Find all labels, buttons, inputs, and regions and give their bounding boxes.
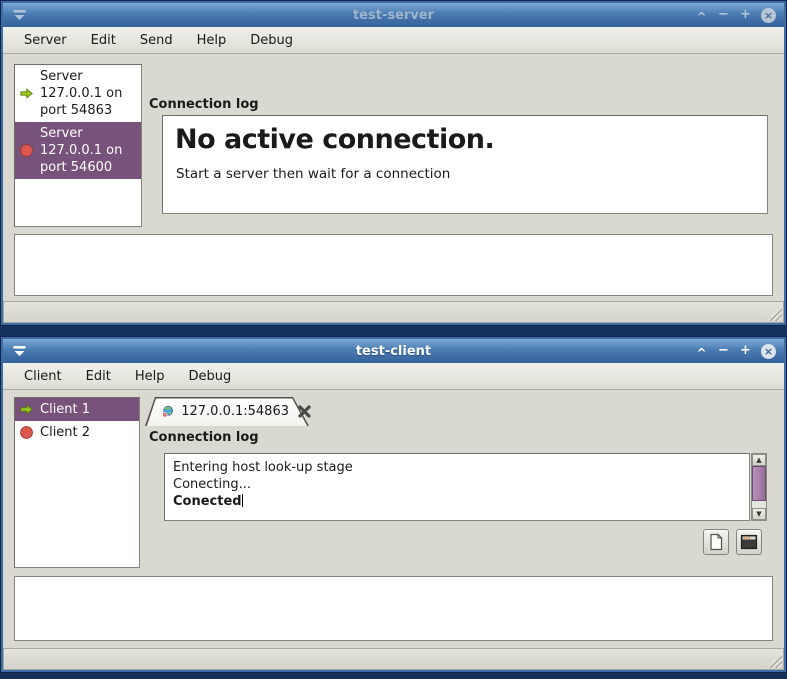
- tab-label: 127.0.0.1:54863: [181, 404, 289, 419]
- server-item-label: Server 127.0.0.1 on port 54600: [40, 126, 123, 175]
- stopped-circle-icon: [20, 144, 33, 157]
- menu-help[interactable]: Help: [124, 365, 176, 388]
- server-list: Server 127.0.0.1 on port 54863 Server 12…: [14, 64, 142, 227]
- server-window: test-server ^ − + × Server Edit Send Hel…: [1, 1, 786, 325]
- menu-debug[interactable]: Debug: [177, 365, 242, 388]
- scroll-up-icon[interactable]: ▲: [752, 454, 766, 466]
- running-arrow-icon: [20, 404, 33, 415]
- client-titlebar[interactable]: test-client ^ − + ×: [3, 339, 784, 363]
- text-cursor: [241, 494, 243, 507]
- document-icon: [710, 533, 723, 551]
- tab-close-icon[interactable]: [298, 405, 311, 418]
- menu-debug[interactable]: Debug: [239, 29, 304, 52]
- log-line: Conecting...: [173, 477, 252, 492]
- server-menubar: Server Edit Send Help Debug: [3, 27, 784, 54]
- close-button[interactable]: ×: [761, 343, 776, 359]
- connection-log-view[interactable]: Entering host look-up stage Conecting...…: [164, 453, 750, 521]
- client-item-label: Client 1: [40, 402, 91, 417]
- server-item-label: Server 127.0.0.1 on port 54863: [40, 69, 123, 118]
- menu-server[interactable]: Server: [13, 29, 78, 52]
- scroll-down-icon[interactable]: ▼: [752, 508, 766, 520]
- log-scrollbar[interactable]: ▲ ▼: [751, 453, 767, 521]
- menu-send[interactable]: Send: [129, 29, 184, 52]
- client-statusbar: [3, 648, 784, 670]
- client-list-item-1[interactable]: Client 1: [15, 398, 139, 421]
- resize-grip[interactable]: [765, 306, 782, 321]
- client-list: Client 1 Client 2: [14, 397, 140, 568]
- no-connection-message: Start a server then wait for a connectio…: [176, 166, 451, 182]
- server-list-item-2[interactable]: Server 127.0.0.1 on port 54600: [15, 122, 141, 179]
- menu-help[interactable]: Help: [186, 29, 238, 52]
- minimize-button[interactable]: −: [717, 344, 730, 358]
- window-title: test-client: [355, 343, 432, 359]
- save-log-button[interactable]: [703, 529, 729, 555]
- maximize-button[interactable]: +: [739, 344, 752, 358]
- resize-grip[interactable]: [765, 653, 782, 668]
- client-menubar: Client Edit Help Debug: [3, 363, 784, 390]
- scrollbar-track[interactable]: [752, 501, 766, 508]
- server-content: Server 127.0.0.1 on port 54863 Server 12…: [3, 54, 784, 323]
- network-globe-icon: [162, 405, 174, 418]
- message-input[interactable]: [14, 576, 773, 641]
- maximize-button[interactable]: +: [739, 8, 752, 22]
- connection-log-view: No active connection. Start a server the…: [162, 115, 768, 214]
- log-line: Conected: [173, 494, 242, 509]
- connection-tab[interactable]: 127.0.0.1:54863: [145, 397, 311, 426]
- window-menu-icon[interactable]: [11, 7, 27, 23]
- message-input[interactable]: [14, 234, 773, 296]
- running-arrow-icon: [20, 88, 33, 99]
- stopped-circle-icon: [20, 426, 33, 439]
- menu-edit[interactable]: Edit: [75, 365, 122, 388]
- client-content: Client 1 Client 2 127.0.0.1:54863 Connec…: [3, 390, 784, 670]
- menu-client[interactable]: Client: [13, 365, 73, 388]
- menu-edit[interactable]: Edit: [80, 29, 127, 52]
- no-connection-heading: No active connection.: [175, 124, 495, 155]
- scrollbar-thumb[interactable]: [752, 466, 766, 501]
- window-icon: [740, 534, 758, 550]
- server-titlebar[interactable]: test-server ^ − + ×: [3, 3, 784, 27]
- client-item-label: Client 2: [40, 425, 91, 440]
- shade-button[interactable]: ^: [695, 346, 708, 360]
- client-window: test-client ^ − + × Client Edit Help Deb…: [1, 337, 786, 672]
- server-statusbar: [3, 301, 784, 323]
- server-list-item-1[interactable]: Server 127.0.0.1 on port 54863: [15, 65, 141, 122]
- connection-log-label: Connection log: [149, 97, 259, 112]
- log-line: Entering host look-up stage: [173, 460, 353, 475]
- client-list-item-2[interactable]: Client 2: [15, 421, 139, 444]
- minimize-button[interactable]: −: [717, 8, 730, 22]
- window-menu-icon[interactable]: [11, 343, 27, 359]
- shade-button[interactable]: ^: [695, 10, 708, 24]
- window-title: test-server: [352, 7, 435, 23]
- connection-log-label: Connection log: [149, 430, 259, 445]
- detach-window-button[interactable]: [736, 529, 762, 555]
- close-button[interactable]: ×: [761, 7, 776, 23]
